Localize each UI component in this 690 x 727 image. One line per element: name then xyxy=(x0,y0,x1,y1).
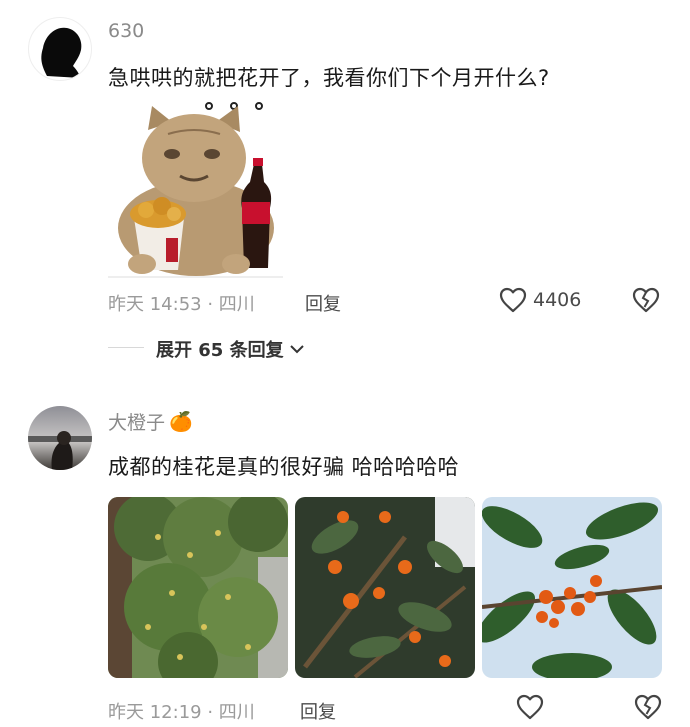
comment-text: 成都的桂花是真的很好骗 哈哈哈哈哈 xyxy=(108,455,460,479)
comment-meta: 昨天 12:19 · 四川 xyxy=(108,702,255,723)
user-avatar[interactable] xyxy=(28,17,92,81)
broken-heart-icon xyxy=(634,694,662,720)
like-button[interactable] xyxy=(516,694,544,720)
dislike-button[interactable] xyxy=(634,694,662,720)
broken-heart-icon xyxy=(632,287,660,313)
reply-button[interactable]: 回复 xyxy=(305,290,341,316)
expand-replies-label: 展开 65 条回复 xyxy=(156,340,284,361)
expand-replies-button[interactable]: 展开 65 条回复 xyxy=(156,336,304,362)
avatar-photo xyxy=(28,406,92,470)
expand-divider xyxy=(108,347,144,348)
username[interactable]: 630 xyxy=(108,20,144,42)
comment-text: 急哄哄的就把花开了，我看你们下个月开什么? xyxy=(108,66,550,90)
reply-button[interactable]: 回复 xyxy=(300,698,336,724)
meme-sticker-image[interactable] xyxy=(108,98,283,280)
photo-thumbnail[interactable] xyxy=(482,497,662,678)
username-row: 大橙子 🍊 xyxy=(108,408,193,435)
like-count: 4406 xyxy=(533,289,582,311)
username[interactable]: 大橙子 xyxy=(108,408,165,435)
chevron-down-icon xyxy=(289,344,304,354)
user-avatar[interactable] xyxy=(28,406,92,470)
heart-outline-icon xyxy=(516,694,544,720)
photo-thumbnail[interactable] xyxy=(295,497,475,678)
like-button[interactable]: 4406 xyxy=(499,287,581,313)
silhouette-avatar-image xyxy=(41,27,82,78)
orange-emoji: 🍊 xyxy=(169,411,193,433)
dislike-button[interactable] xyxy=(632,287,660,313)
comment-meta: 昨天 14:53 · 四川 xyxy=(108,294,255,315)
photo-thumbnail[interactable] xyxy=(108,497,288,678)
heart-outline-icon xyxy=(499,287,527,313)
